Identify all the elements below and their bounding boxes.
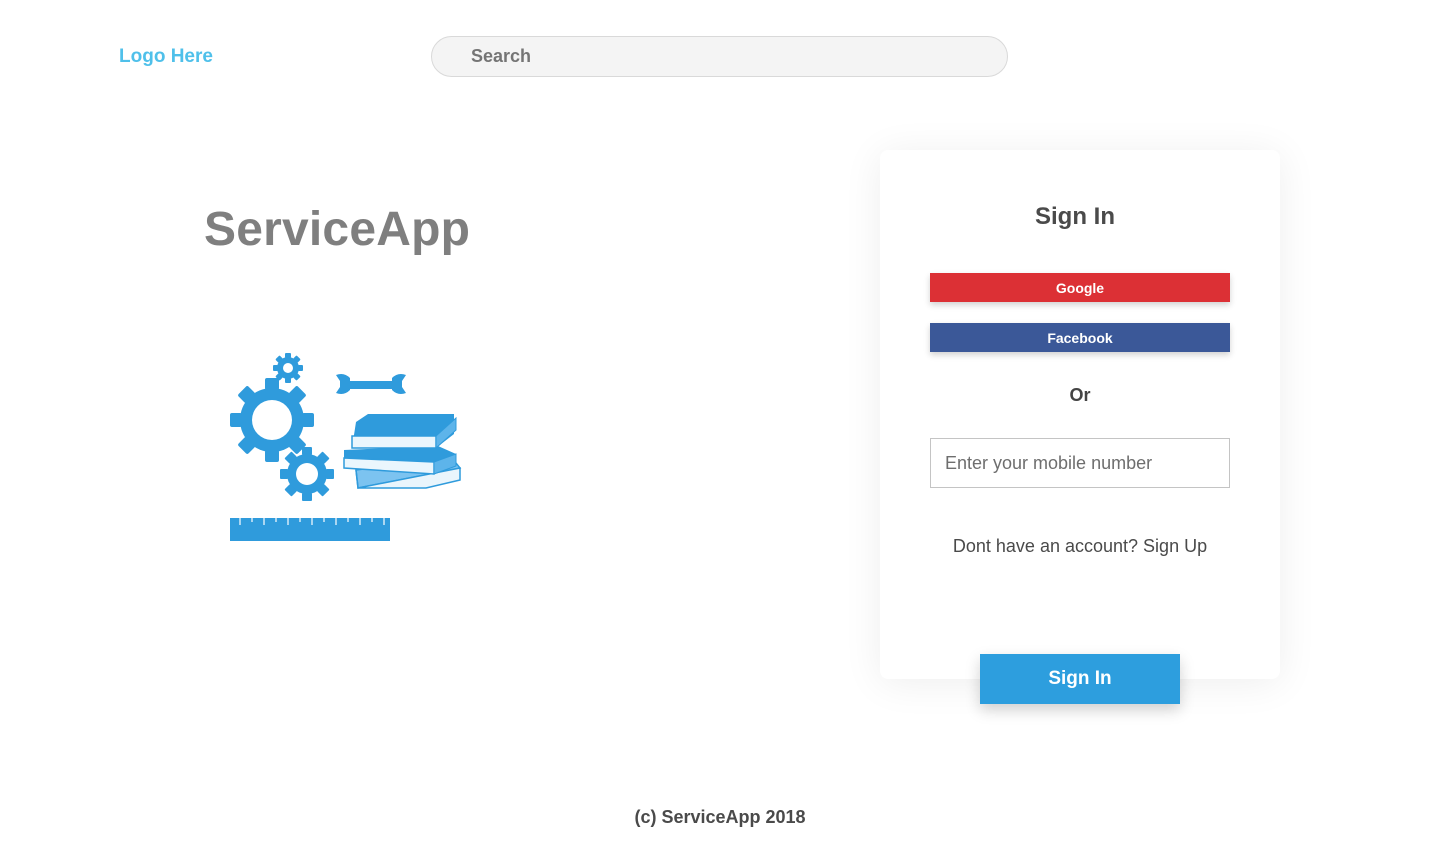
mobile-number-field[interactable] bbox=[930, 438, 1230, 488]
wrench-icon bbox=[336, 374, 406, 394]
or-divider: Or bbox=[1069, 385, 1091, 405]
logo[interactable]: Logo Here bbox=[119, 45, 213, 69]
books-icon bbox=[343, 414, 462, 489]
tools-gears-books-icon bbox=[230, 353, 462, 541]
search-input[interactable] bbox=[431, 36, 1008, 77]
signup-prompt: Dont have an account? Sign Up bbox=[930, 535, 1230, 557]
signin-submit-button[interactable]: Sign In bbox=[980, 654, 1180, 704]
signup-prompt-text: Dont have an account? bbox=[952, 536, 1139, 556]
footer-copyright: (c) ServiceApp 2018 bbox=[634, 807, 806, 827]
google-signin-button[interactable]: Google bbox=[930, 273, 1230, 302]
signin-title: Sign In bbox=[1035, 203, 1115, 230]
facebook-signin-button[interactable]: Facebook bbox=[930, 323, 1230, 352]
signup-link[interactable]: Sign Up bbox=[1143, 536, 1207, 556]
ruler-icon bbox=[230, 518, 390, 541]
page: Logo Here ServiceApp bbox=[0, 0, 1440, 850]
page-title: ServiceApp bbox=[204, 203, 471, 256]
